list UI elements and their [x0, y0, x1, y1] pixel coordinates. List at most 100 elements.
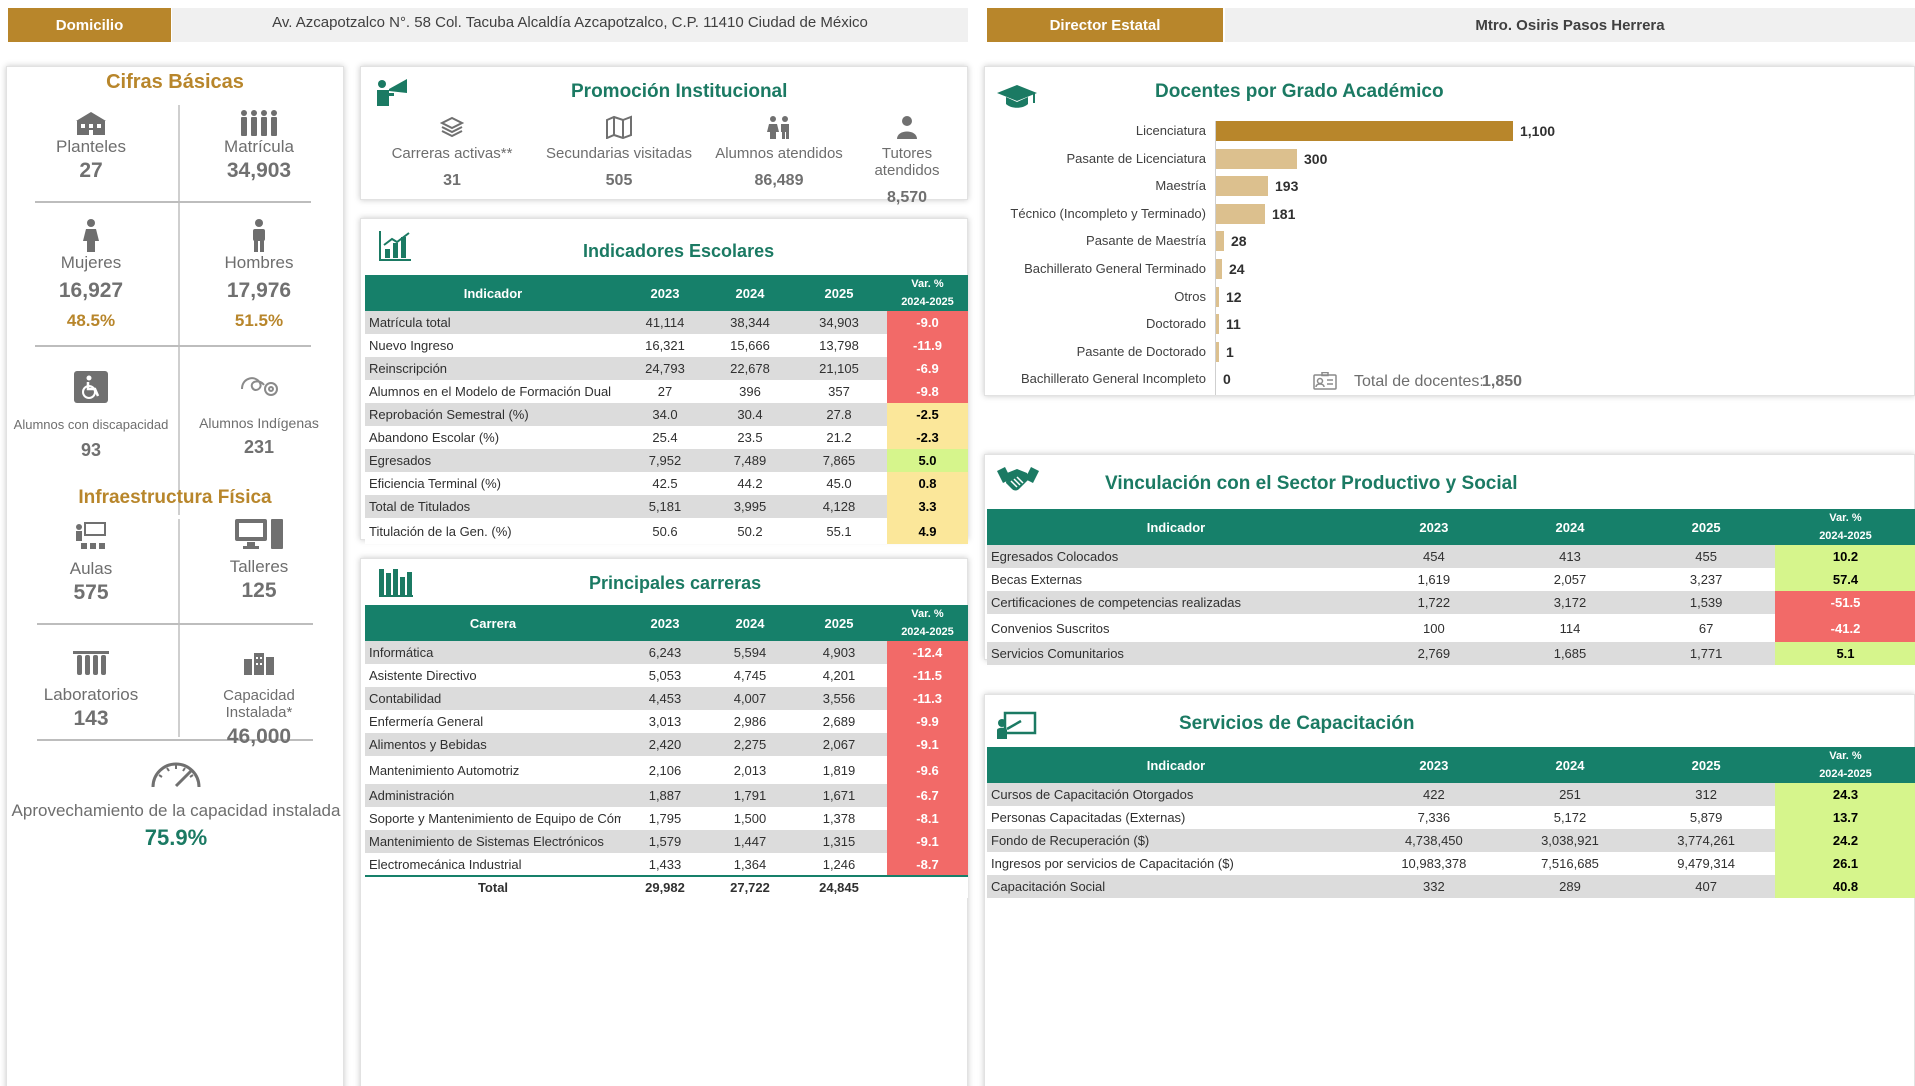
cell: 41,114: [621, 311, 709, 334]
cell: 50.6: [621, 518, 709, 544]
row-label: Nuevo Ingreso: [365, 334, 621, 357]
planteles-stat: Planteles 27: [21, 109, 161, 183]
table-row: Matrícula total 41,114 38,344 34,903 -9.0: [365, 311, 968, 334]
mujeres-percent: 48.5%: [66, 311, 116, 330]
aprovechamiento-stat: Aprovechamiento de la capacidad instalad…: [7, 759, 345, 851]
gauge-icon: [151, 762, 201, 788]
domicilio-value: Av. Azcapotzalco N°. 58 Col. Tacuba Alca…: [172, 8, 968, 42]
divider: [178, 105, 180, 515]
cell: 2,013: [709, 756, 791, 784]
row-label: Reprobación Semestral (%): [365, 403, 621, 426]
cell: 251: [1502, 783, 1638, 806]
var-cell: 3.3: [887, 495, 968, 518]
bar-value-label: 193: [1275, 178, 1299, 195]
divider: [37, 623, 313, 625]
cell: 44.2: [709, 472, 791, 495]
var-cell: 0.8: [887, 472, 968, 495]
buildings-icon: [244, 653, 274, 675]
total-cell: 29,982: [621, 875, 709, 898]
infraestructura-title: Infraestructura Física: [78, 487, 272, 508]
cell: 4,453: [621, 687, 709, 710]
cell: 3,038,921: [1502, 829, 1638, 852]
var-cell: 5.0: [887, 449, 968, 472]
cell: 1,433: [621, 853, 709, 876]
cell: 16,321: [621, 334, 709, 357]
indigenous-symbol-icon: [241, 377, 278, 396]
col-header: 2023: [1365, 509, 1503, 545]
table-row: Nuevo Ingreso 16,321 15,666 13,798 -11.9: [365, 334, 968, 357]
bar-category-label: Pasante de Maestría: [1086, 233, 1206, 249]
cell: 4,745: [709, 664, 791, 687]
table-row: Enfermería General 3,013 2,986 2,689 -9.9: [365, 710, 968, 733]
table-row: Capacitación Social 332 289 407 40.8: [987, 875, 1915, 898]
cell: 7,952: [621, 449, 709, 472]
cell: 2,057: [1502, 568, 1638, 591]
bar-value-label: 300: [1304, 150, 1328, 167]
indigenas-label: Alumnos Indígenas: [199, 415, 319, 431]
bar: [1216, 286, 1219, 307]
cell: 1,500: [709, 807, 791, 830]
carreras-title: Principales carreras: [589, 573, 762, 593]
cell: 1,887: [621, 784, 709, 807]
col-header: 2025: [1637, 509, 1775, 545]
cell: 2,689: [791, 710, 887, 733]
col-header: Carrera: [365, 605, 621, 641]
cell: 15,666: [709, 334, 791, 357]
var-cell: 5.1: [1775, 642, 1915, 665]
table-row: Soporte y Mantenimiento de Equipo de Cóm…: [365, 807, 968, 830]
table-row: Certificaciones de competencias realizad…: [987, 591, 1915, 614]
col-header-var: Var. % 2024-2025: [887, 605, 968, 641]
row-label: Mantenimiento Automotriz: [365, 756, 621, 784]
col-header: 2025: [1637, 747, 1775, 783]
row-label: Egresados: [365, 449, 621, 472]
capacitacion-table: Indicador 2023 2024 2025 Var. % 2024-2025…: [987, 747, 1915, 898]
table-row: Personas Capacitadas (Externas) 7,336 5,17…: [987, 806, 1915, 829]
capacidad-label: Capacidad Instalada*: [223, 687, 295, 721]
bar-category-label: Bachillerato General Terminado: [1024, 261, 1206, 276]
table-row: Asistente Directivo 5,053 4,745 4,201 -11.5: [365, 664, 968, 687]
aulas-value: 575: [73, 581, 109, 604]
planteles-value: 27: [79, 159, 103, 182]
var-cell: 40.8: [1775, 875, 1915, 898]
row-label: Asistente Directivo: [365, 664, 621, 687]
indicadores-title: Indicadores Escolares: [583, 241, 775, 261]
cell: 2,067: [791, 733, 887, 756]
cell: 6,243: [621, 641, 709, 664]
table-row: Convenios Suscritos 100 114 67 -41.2: [987, 614, 1915, 642]
divider: [178, 519, 180, 737]
cell: 2,106: [621, 756, 709, 784]
talleres-label: Talleres: [229, 557, 289, 576]
row-label: Personas Capacitadas (Externas): [987, 806, 1365, 829]
hombres-value: 17,976: [226, 279, 292, 302]
capacidad-stat: Capacidad Instalada* 46,000: [189, 651, 329, 749]
table-row: Mantenimiento de Sistemas Electrónicos 1,…: [365, 830, 968, 853]
director-value: Mtro. Osiris Pasos Herrera: [1225, 8, 1915, 42]
mujeres-value: 16,927: [58, 279, 124, 302]
cell: 30.4: [709, 403, 791, 426]
table-row: Servicios Comunitarios 2,769 1,685 1,771 5.1: [987, 642, 1915, 665]
bar-category-label: Doctorado: [1146, 316, 1206, 332]
var-cell: -9.1: [887, 733, 968, 756]
row-label: Administración: [365, 784, 621, 807]
var-cell: -11.5: [887, 664, 968, 687]
bar: [1216, 231, 1224, 252]
row-label: Alumnos en el Modelo de Formación Dual: [365, 380, 621, 403]
table-row: Reinscripción 24,793 22,678 21,105 -6.9: [365, 357, 968, 380]
table-row: Fondo de Recuperación ($) 4,738,450 3,038,…: [987, 829, 1915, 852]
cell: 4,738,450: [1365, 829, 1503, 852]
cell: 2,420: [621, 733, 709, 756]
alumnos-atendidos-label: Alumnos atendidos: [715, 145, 843, 162]
cell: 50.2: [709, 518, 791, 544]
mujeres-stat: Mujeres 16,927 48.5%: [21, 219, 161, 331]
bar-value-label: 0: [1223, 371, 1231, 388]
col-header: Indicador: [987, 509, 1365, 545]
capacidad-value: 46,000: [226, 725, 292, 748]
cell: 1,795: [621, 807, 709, 830]
var-cell: -12.4: [887, 641, 968, 664]
total-var-cell: [887, 875, 968, 898]
table-row: Reprobación Semestral (%) 34.0 30.4 27.8 -2.…: [365, 403, 968, 426]
cell: 67: [1637, 614, 1775, 642]
row-label: Reinscripción: [365, 357, 621, 380]
row-label: Fondo de Recuperación ($): [987, 829, 1365, 852]
cell: 2,769: [1365, 642, 1503, 665]
